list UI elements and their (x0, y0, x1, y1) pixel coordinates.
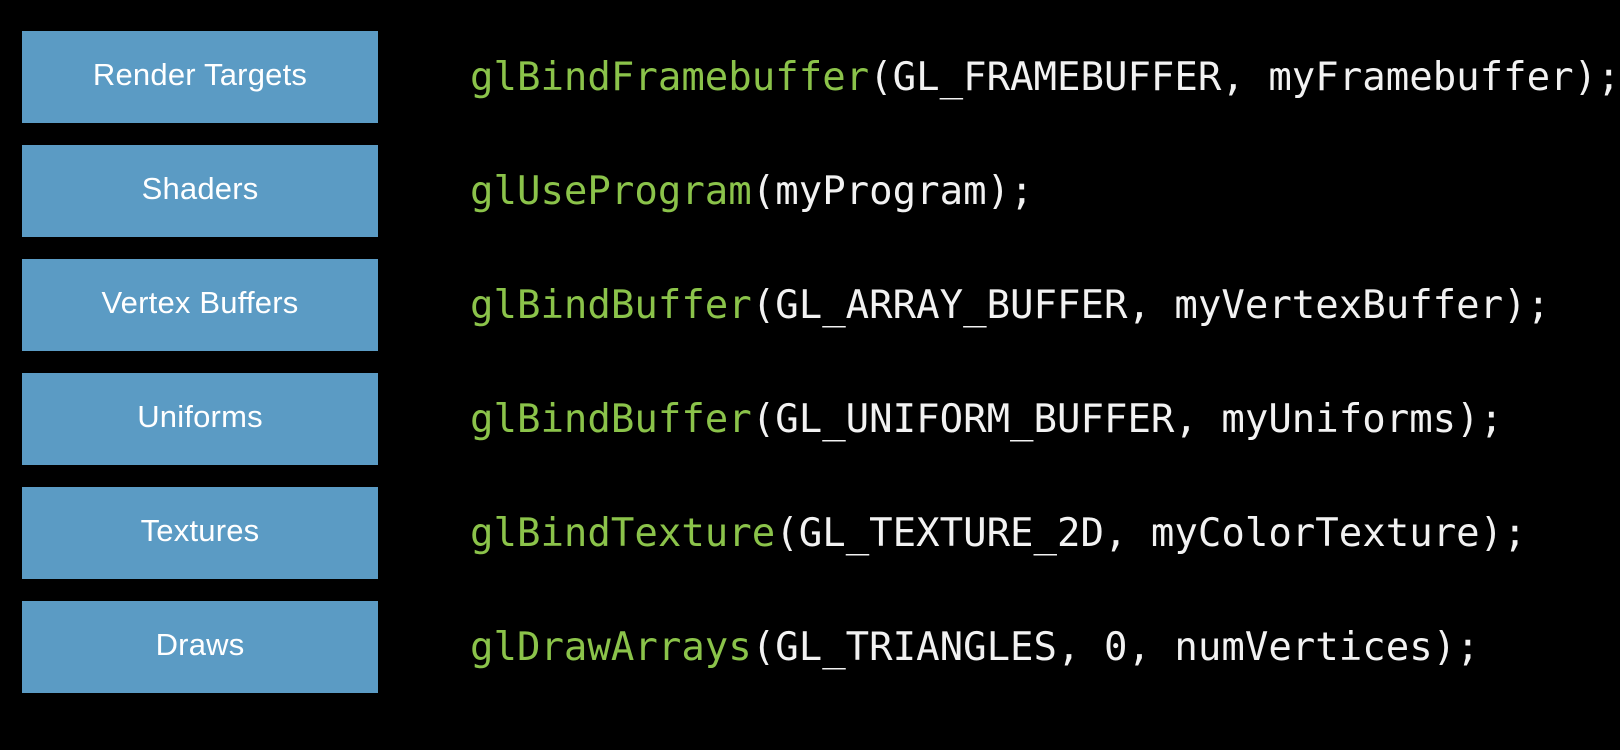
stage-label: Vertex Buffers (101, 284, 299, 320)
code-arguments: (myProgram); (751, 168, 1034, 214)
code-line-textures: glBindTexture (GL_TEXTURE_2D, myColorText… (470, 487, 1620, 579)
code-line-draws: glDrawArrays (GL_TRIANGLES, 0, numVertice… (470, 601, 1620, 693)
stage-label: Uniforms (137, 398, 263, 434)
code-arguments: (GL_FRAMEBUFFER, myFramebuffer); (869, 54, 1620, 100)
slide-canvas: Render Targets Shaders Vertex Buffers Un… (0, 0, 1620, 750)
stage-box-uniforms[interactable]: Uniforms (22, 373, 378, 465)
code-line-uniforms: glBindBuffer (GL_UNIFORM_BUFFER, myUnifor… (470, 373, 1620, 465)
code-arguments: (GL_TRIANGLES, 0, numVertices); (751, 624, 1480, 670)
stage-label: Render Targets (92, 56, 308, 92)
stage-label: Shaders (141, 170, 259, 206)
stage-label: Textures (140, 512, 260, 548)
code-function-name: glDrawArrays (470, 624, 752, 670)
stage-box-vertex-buffers[interactable]: Vertex Buffers (22, 259, 378, 351)
stage-box-render-targets[interactable]: Render Targets (22, 31, 378, 123)
stage-box-draws[interactable]: Draws (22, 601, 378, 693)
code-snippet-list: glBindFramebuffer (GL_FRAMEBUFFER, myFram… (470, 31, 1620, 715)
stage-box-shaders[interactable]: Shaders (22, 145, 378, 237)
code-line-render-targets: glBindFramebuffer (GL_FRAMEBUFFER, myFram… (470, 31, 1620, 123)
code-function-name: glBindBuffer (470, 396, 752, 442)
stage-box-textures[interactable]: Textures (22, 487, 378, 579)
code-arguments: (GL_TEXTURE_2D, myColorTexture); (775, 510, 1527, 556)
code-line-vertex-buffers: glBindBuffer (GL_ARRAY_BUFFER, myVertexBu… (470, 259, 1620, 351)
stage-label: Draws (155, 626, 245, 662)
code-arguments: (GL_UNIFORM_BUFFER, myUniforms); (751, 396, 1504, 442)
code-function-name: glBindFramebuffer (470, 54, 870, 100)
pipeline-stage-list: Render Targets Shaders Vertex Buffers Un… (22, 31, 378, 715)
code-function-name: glUseProgram (470, 168, 752, 214)
code-arguments: (GL_ARRAY_BUFFER, myVertexBuffer); (751, 282, 1551, 328)
code-function-name: glBindBuffer (470, 282, 752, 328)
code-function-name: glBindTexture (470, 510, 776, 556)
code-line-shaders: glUseProgram (myProgram); (470, 145, 1620, 237)
